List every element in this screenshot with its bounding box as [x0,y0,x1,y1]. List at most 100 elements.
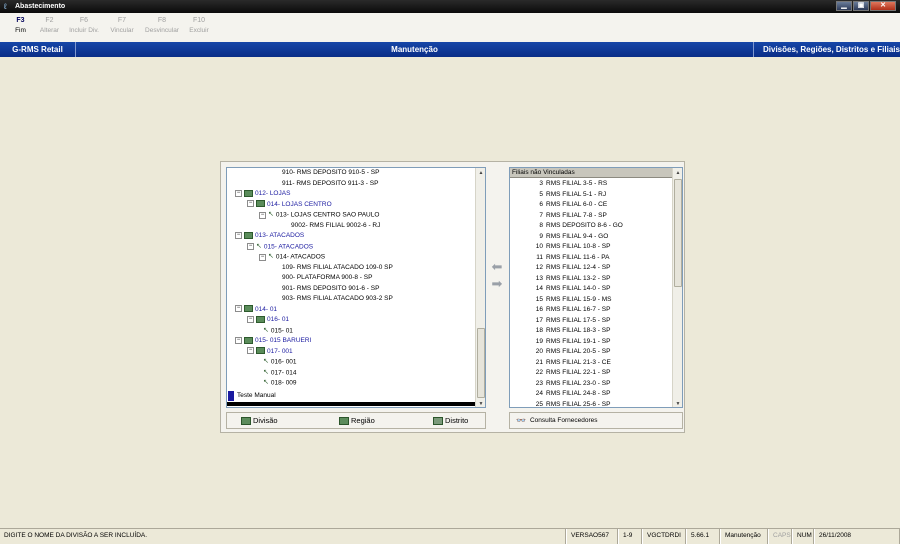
collapse-icon[interactable]: − [235,305,242,313]
scroll-down-icon[interactable]: ▼ [476,399,485,407]
fkey-label: F10 [192,17,206,24]
hierarchy-tree[interactable]: 910- RMS DEPOSITO 910-5 - SP 911- RMS DE… [226,167,486,408]
list-item[interactable]: 19 RMS FILIAL 19-1 - SP [510,337,672,348]
tree-node-filial[interactable]: 900- PLATAFORMA 900-8 - SP [282,273,372,283]
app-name: G-RMS Retail [0,42,76,57]
list-item[interactable]: 14 RMS FILIAL 14-0 - SP [510,284,672,295]
list-item[interactable]: 12 RMS FILIAL 12-4 - SP [510,263,672,274]
status-caps: CAPS [768,529,792,544]
tree-node-district[interactable]: ↖ 016- 001 [263,357,297,367]
list-item[interactable]: 10 RMS FILIAL 10-8 - SP [510,242,672,253]
divisao-button[interactable]: Divisão [241,416,339,425]
incluir-div-button[interactable]: F6 Incluir Div. [64,13,104,42]
list-item[interactable]: 7 RMS FILIAL 7-8 - SP [510,211,672,222]
list-item[interactable]: 23 RMS FILIAL 23-0 - SP [510,379,672,390]
list-item[interactable]: 21 RMS FILIAL 21-3 - CE [510,358,672,369]
tree-node-district[interactable]: ↖ 015- 01 [263,326,293,336]
filial-number: 9 [539,232,543,240]
tree-action-bar: Divisão Região Distrito [226,412,486,429]
fim-button[interactable]: F3 Fim [6,13,35,42]
node-label: 017- 014 [270,369,297,377]
scroll-thumb[interactable] [674,179,682,287]
collapse-icon[interactable]: − [235,189,242,197]
tree-node-division[interactable]: − 015- 015 BARUERI [235,336,311,346]
tree-node-region[interactable]: − 016- 01 [247,315,289,325]
arrow-left-icon[interactable]: ⬅ [489,260,505,274]
arrow-right-icon[interactable]: ➡ [489,277,505,291]
collapse-icon[interactable]: − [235,231,242,239]
maximize-button[interactable]: ▣ [853,1,869,11]
scroll-up-icon[interactable]: ▲ [476,168,485,178]
collapse-icon[interactable]: − [247,243,254,250]
tree-node-district[interactable]: ↖ 018- 009 [263,378,297,388]
collapse-icon[interactable]: − [259,253,266,261]
distrito-button[interactable]: Distrito [433,416,468,425]
collapse-icon[interactable]: − [247,200,254,208]
filial-number: 14 [535,285,543,292]
list-item[interactable]: 18 RMS FILIAL 18-3 - SP [510,326,672,337]
filial-number: 19 [535,337,543,345]
node-label: 013- ATACADOS [255,232,305,239]
scroll-down-icon[interactable]: ▼ [673,399,682,407]
tree-node-region[interactable]: − 017- 001 [247,347,293,357]
collapse-icon[interactable]: − [235,336,242,344]
filial-name: RMS FILIAL 3-5 - RS [546,180,608,187]
excluir-button[interactable]: F10 Excluir [184,13,214,42]
tree-node-region[interactable]: − 014- LOJAS CENTRO [247,200,332,210]
filial-name: RMS FILIAL 23-0 - SP [546,379,611,387]
filial-name: RMS FILIAL 25-6 - SP [546,400,611,408]
collapse-icon[interactable]: − [259,211,266,219]
consulta-fornecedores-button[interactable]: 👓 Consulta Fornecedores [516,416,598,425]
tree-node-filial[interactable]: 9002- RMS FILIAL 9002-6 - RJ [291,221,380,231]
tree-node-filial[interactable]: 901- RMS DEPOSITO 901-6 - SP [282,284,379,294]
list-item[interactable]: 3 RMS FILIAL 3-5 - RS [510,179,672,190]
list-item[interactable]: 24 RMS FILIAL 24-8 - SP [510,389,672,400]
tree-node-filial[interactable]: 903- RMS FILIAL ATACADO 903-2 SP [282,294,393,304]
tree-node-division[interactable]: − 013- ATACADOS [235,231,304,241]
list-item[interactable]: 20 RMS FILIAL 20-5 - SP [510,347,672,358]
region-icon [256,315,265,323]
regiao-button[interactable]: Região [339,416,433,425]
list-item[interactable]: 13 RMS FILIAL 13-2 - SP [510,274,672,285]
collapse-icon[interactable]: − [247,347,254,355]
list-item[interactable]: 17 RMS FILIAL 17-5 - SP [510,316,672,327]
tree-node-division[interactable]: − 012- LOJAS [235,189,290,199]
tree-node-district[interactable]: − ↖ 013- LOJAS CENTRO SAO PAULO [259,210,379,220]
header-bar: G-RMS Retail Manutenção Divisões, Regiõe… [0,42,900,57]
list-item[interactable]: 22 RMS FILIAL 22-1 - SP [510,368,672,379]
filial-number: 3 [539,180,543,187]
tree-node-filial[interactable]: 109- RMS FILIAL ATACADO 109-0 SP [282,263,393,273]
minimize-button[interactable]: ▁ [836,1,852,11]
list-item[interactable]: 25 RMS FILIAL 25-6 - SP [510,400,672,408]
tree-node-region[interactable]: − ↖ 015- ATACADOS [247,242,313,252]
filial-number: 11 [536,253,543,261]
button-label: Divisão [253,416,278,425]
list-item[interactable]: 16 RMS FILIAL 16-7 - SP [510,305,672,316]
alterar-button[interactable]: F2 Alterar [35,13,64,42]
node-label: Teste Manual [237,392,276,399]
list-item[interactable]: 5 RMS FILIAL 5-1 - RJ [510,190,672,201]
tree-node-new-division[interactable]: Teste Manual [228,391,475,401]
list-item[interactable]: 11 RMS FILIAL 11-6 - PA [510,253,672,264]
desvincular-button[interactable]: F8 Desvincular [140,13,184,42]
list-item[interactable]: 9 RMS FILIAL 9-4 - GO [510,232,672,243]
tree-node-division[interactable]: − 014- 01 [235,305,277,315]
list-item[interactable]: 15 RMS FILIAL 15-9 - MS [510,295,672,306]
collapse-icon[interactable]: − [247,315,254,323]
unlinked-filiais-list[interactable]: Filiais não Vinculadas 3 RMS FILIAL 3-5 -… [509,167,683,408]
list-item[interactable]: 8 RMS DEPOSITO 8-6 - GO [510,221,672,232]
tree-node-district[interactable]: − ↖ 014- ATACADOS [259,252,325,262]
vincular-button[interactable]: F7 Vincular [104,13,140,42]
filial-name: RMS FILIAL 16-7 - SP [546,306,611,313]
scroll-up-icon[interactable]: ▲ [673,168,682,178]
tree-node-filial[interactable]: 911- RMS DEPOSITO 911-3 - SP [282,179,378,189]
list-scrollbar[interactable]: ▲ ▼ [672,168,682,407]
status-version: VERSAO567 [566,529,618,544]
tree-edit-underline [227,402,477,406]
tree-scrollbar[interactable]: ▲ ▼ [475,168,485,407]
list-item[interactable]: 6 RMS FILIAL 6-0 - CE [510,200,672,211]
tree-node-district[interactable]: ↖ 017- 014 [263,368,297,378]
tree-node-filial[interactable]: 910- RMS DEPOSITO 910-5 - SP [282,168,379,178]
scroll-thumb[interactable] [477,328,485,398]
close-button[interactable]: ✕ [870,1,896,11]
